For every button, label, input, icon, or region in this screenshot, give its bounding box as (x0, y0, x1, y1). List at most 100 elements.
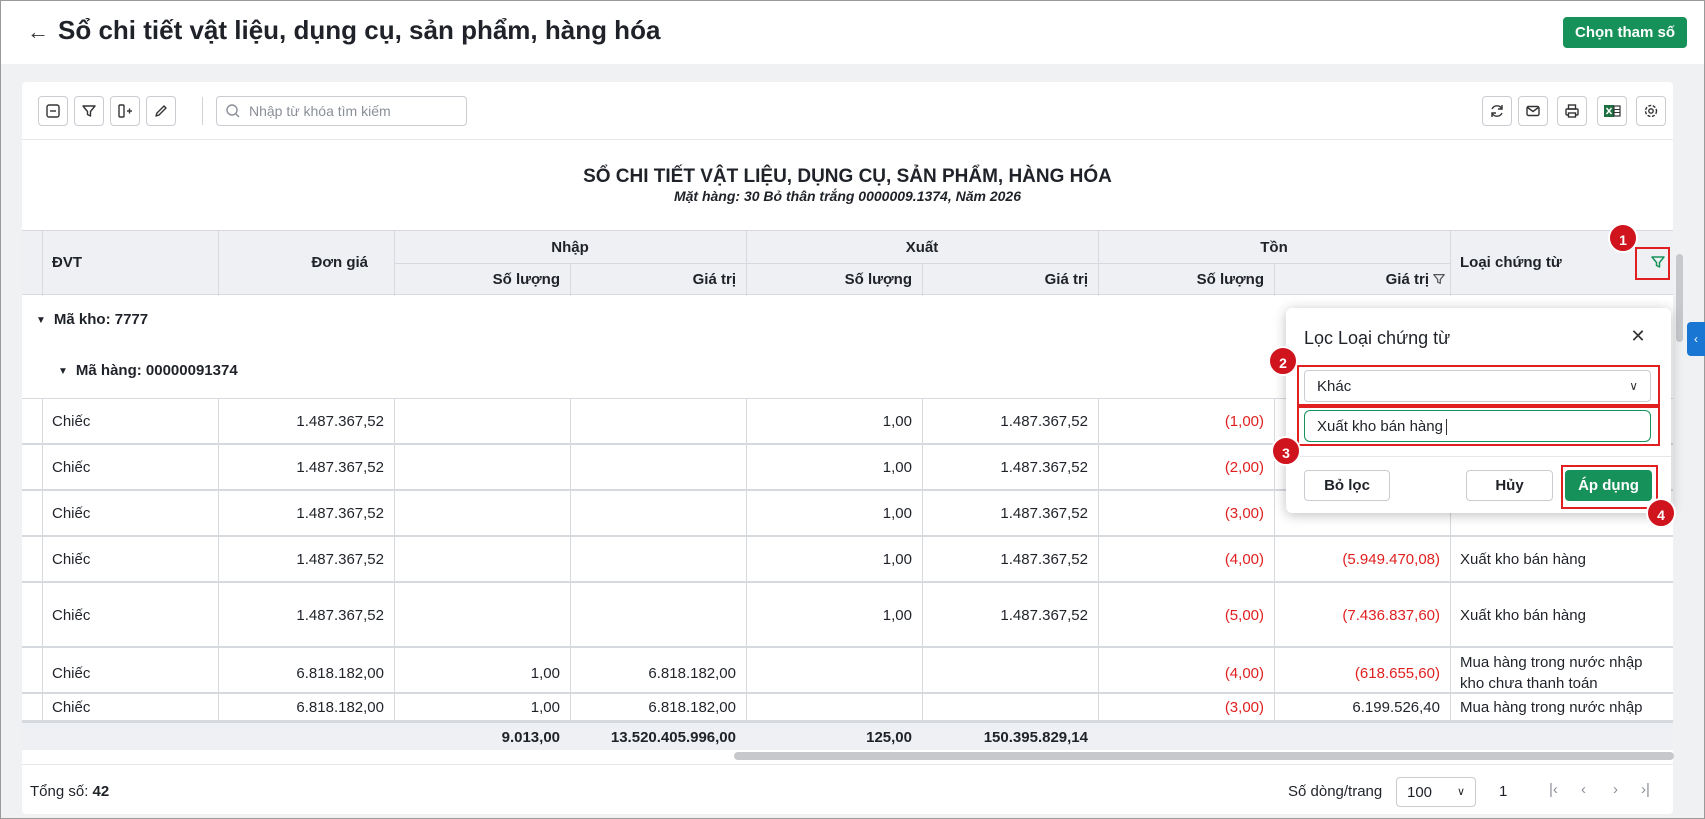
step-badge-1: 1 (1608, 223, 1638, 253)
cell-xuat-sl: 1,00 (882, 505, 912, 522)
filter-popup-title: Lọc Loại chứng từ (1304, 328, 1451, 348)
caret-down-icon[interactable]: ▼ (58, 366, 68, 377)
table-row[interactable]: Chiếc 6.818.182,00 1,00 6.818.182,00 (4,00) (… (22, 648, 1673, 694)
column-divider (570, 648, 571, 694)
cancel-button[interactable]: Hủy (1466, 470, 1553, 501)
last-page-icon[interactable]: ›| (1641, 781, 1650, 798)
total-count-value: 42 (92, 783, 110, 800)
table-row[interactable]: Chiếc 1.487.367,52 1,00 1.487.367,52 (4,00) (… (22, 537, 1673, 583)
email-button[interactable] (1518, 96, 1548, 126)
column-divider (1098, 537, 1099, 583)
cell-ton-sl: (2,00) (1224, 459, 1264, 476)
total-nhap-gia-tri: 13.520.405.996,00 (610, 729, 736, 746)
side-panel-toggle[interactable]: ‹ (1687, 322, 1705, 356)
header-don-gia[interactable]: Đơn giá (202, 254, 369, 271)
chevron-down-icon: ∨ (1456, 786, 1465, 798)
search-input[interactable] (249, 103, 449, 119)
header-nhap-gia-tri[interactable]: Giá trị (570, 271, 736, 288)
mail-icon (1526, 105, 1540, 117)
column-divider (922, 648, 923, 694)
filter-icon (82, 105, 96, 117)
cell-don-gia: 1.487.367,52 (296, 505, 384, 522)
column-divider (922, 694, 923, 722)
group-row-hang[interactable]: ▼ Mã hàng: 00000091374 (58, 362, 238, 379)
group-row-kho[interactable]: ▼ Mã kho: 7777 (36, 311, 148, 328)
column-divider (42, 537, 43, 583)
column-divider (1450, 694, 1451, 722)
back-arrow-icon[interactable]: ← (25, 19, 51, 45)
pencil-icon (155, 105, 167, 117)
column-divider (218, 694, 219, 722)
rows-per-page-value: 100 (1407, 784, 1433, 801)
gear-icon (1644, 104, 1658, 118)
add-column-button[interactable] (110, 96, 140, 126)
cell-loai-line2: kho chưa thanh toán (1460, 675, 1598, 692)
choose-params-button[interactable]: Chọn tham số (1563, 17, 1687, 48)
header-nhap-so-luong[interactable]: Số lượng (394, 271, 560, 288)
cell-loai: Mua hàng trong nước nhập (1460, 654, 1643, 671)
highlight-filter-icon (1635, 247, 1670, 280)
cell-ton-sl: (5,00) (1224, 606, 1264, 624)
column-divider (746, 583, 747, 648)
cell-xuat-gt: 1.487.367,52 (1000, 413, 1088, 430)
header-ton-gia-tri[interactable]: Giá trị (1274, 271, 1429, 288)
cell-ton-gt: (5.949.470,08) (1342, 551, 1440, 568)
cell-don-gia: 6.818.182,00 (296, 665, 384, 682)
page-header: ← Sổ chi tiết vật liệu, dụng cụ, sản phẩ… (1, 1, 1704, 64)
total-xuat-so-luong: 125,00 (866, 729, 912, 746)
header-loai-chung-tu[interactable]: Loại chứng từ (1460, 254, 1562, 271)
header-dvt[interactable]: ĐVT (52, 254, 82, 271)
column-divider (1098, 583, 1099, 648)
header-ton: Tồn (1260, 239, 1288, 256)
column-divider (746, 399, 747, 445)
column-divider (1098, 491, 1099, 537)
refresh-button[interactable] (1482, 96, 1512, 126)
cell-nhap-gt: 6.818.182,00 (648, 699, 736, 716)
filter-button[interactable] (74, 96, 104, 126)
header-ton-so-luong[interactable]: Số lượng (1098, 271, 1264, 288)
caret-down-icon[interactable]: ▼ (36, 315, 46, 326)
clear-filter-button[interactable]: Bỏ lọc (1304, 470, 1390, 501)
column-divider (218, 399, 219, 445)
next-page-icon[interactable]: › (1613, 781, 1618, 798)
cell-ton-sl: (4,00) (1224, 551, 1264, 568)
horizontal-scrollbar[interactable] (734, 752, 1674, 760)
group-kho-label: Mã kho: 7777 (53, 311, 149, 328)
column-divider (218, 537, 219, 583)
first-page-icon[interactable]: |‹ (1549, 781, 1558, 798)
column-divider (1098, 445, 1099, 491)
header-xuat-so-luong[interactable]: Số lượng (746, 271, 912, 288)
header-nhap: Nhập (551, 239, 589, 256)
settings-button[interactable] (1636, 96, 1666, 126)
excel-icon (1604, 105, 1621, 117)
report-subtitle: Mặt hàng: 30 Bỏ thân trắng 0000009.1374,… (673, 188, 1022, 204)
collapse-button[interactable] (38, 96, 68, 126)
header-xuat-gia-tri[interactable]: Giá trị (922, 271, 1088, 288)
table-header: ĐVT Đơn giá Nhập Xuất Tồn Số lượng Giá t… (22, 230, 1673, 296)
report-title: SỔ CHI TIẾT VẬT LIỆU, DỤNG CỤ, SẢN PHẨM,… (583, 166, 1112, 187)
toolbar (22, 82, 1673, 140)
footer: Tổng số: 42 Số dòng/trang 100 ∨ 1 |‹ ‹ › … (22, 764, 1673, 814)
vertical-scrollbar[interactable] (1676, 254, 1683, 342)
table-row[interactable]: Chiếc 6.818.182,00 1,00 6.818.182,00 (3,00) 6… (22, 694, 1673, 722)
print-button[interactable] (1557, 96, 1587, 126)
column-divider (1274, 583, 1275, 648)
edit-button[interactable] (146, 96, 176, 126)
export-excel-button[interactable] (1597, 96, 1627, 126)
close-icon[interactable]: ✕ (1626, 324, 1650, 348)
cell-ton-sl: (4,00) (1224, 665, 1264, 682)
column-filter-icon[interactable] (1432, 272, 1446, 286)
table-row[interactable]: Chiếc 1.487.367,52 1,00 1.487.367,52 (5,00) (… (22, 583, 1673, 648)
cell-xuat-sl: 1,00 (882, 551, 912, 568)
cell-dvt: Chiếc (52, 413, 91, 430)
cell-nhap-gt: 6.818.182,00 (648, 665, 736, 682)
column-divider (1098, 694, 1099, 722)
header-xuat: Xuất (905, 239, 939, 256)
column-divider (746, 491, 747, 537)
column-divider (746, 537, 747, 583)
column-divider (394, 694, 395, 722)
cell-xuat-gt: 1.487.367,52 (1000, 606, 1088, 624)
prev-page-icon[interactable]: ‹ (1581, 781, 1586, 798)
column-divider (746, 648, 747, 694)
rows-per-page-select[interactable]: 100 ∨ (1396, 777, 1476, 807)
